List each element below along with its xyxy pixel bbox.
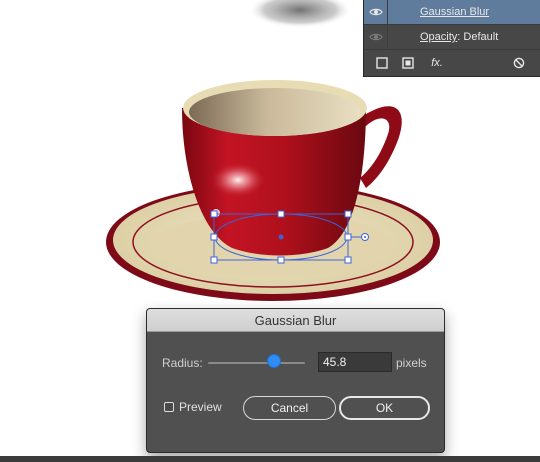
cup-handle — [360, 106, 402, 188]
appearance-row-opacity[interactable]: Opacity: Default — [364, 24, 540, 50]
radius-slider-track[interactable] — [208, 362, 305, 364]
opacity-label[interactable]: Opacity: Default — [420, 31, 498, 43]
blurred-shadow-shape — [248, 0, 352, 28]
appearance-panel: Gaussian Blur Opacity: Default fx. — [363, 0, 540, 77]
radius-input[interactable] — [318, 352, 392, 372]
ok-button[interactable]: OK — [339, 396, 430, 420]
cancel-button[interactable]: Cancel — [243, 396, 336, 420]
appearance-toolbar: fx. — [364, 50, 540, 77]
appearance-row-gaussian-blur[interactable]: Gaussian Blur — [364, 0, 540, 25]
status-bar — [0, 456, 540, 462]
clear-appearance-icon[interactable] — [511, 55, 527, 71]
radius-label: Radius: — [162, 356, 203, 370]
preview-label[interactable]: Preview — [179, 400, 222, 414]
effect-label[interactable]: Gaussian Blur — [420, 6, 489, 18]
add-fill-icon[interactable] — [400, 55, 416, 71]
preview-checkbox[interactable] — [164, 402, 174, 412]
dialog-title: Gaussian Blur — [254, 312, 337, 328]
visibility-eye-icon[interactable] — [364, 0, 388, 25]
add-stroke-icon[interactable] — [374, 55, 390, 71]
add-effect-icon[interactable]: fx. — [426, 55, 448, 71]
gaussian-blur-dialog: Gaussian Blur Radius: pixels Preview Can… — [146, 308, 445, 453]
dialog-titlebar[interactable]: Gaussian Blur — [147, 309, 444, 332]
radius-slider-thumb[interactable] — [266, 354, 281, 368]
cup-highlight — [210, 162, 266, 198]
pixels-unit-label: pixels — [396, 356, 427, 370]
visibility-eye-icon[interactable] — [364, 24, 388, 50]
cup-interior — [189, 88, 361, 136]
